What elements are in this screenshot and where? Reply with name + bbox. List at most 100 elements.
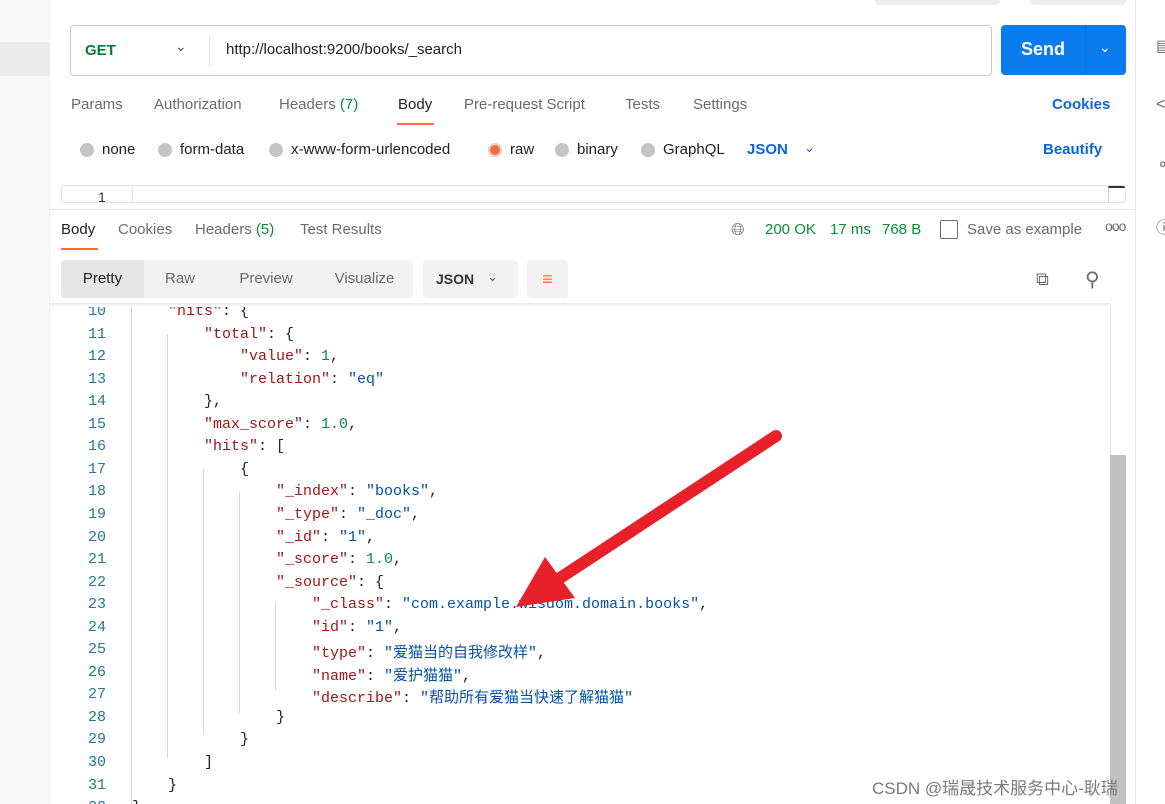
response-body-code[interactable]: 10 "hits": {11 "total": {12 "value": 1, 13 "r…	[50, 305, 1110, 804]
radio-label: binary	[577, 141, 618, 158]
json-key: "_class"	[312, 596, 385, 614]
send-button[interactable]: Send ⌄	[1001, 25, 1126, 75]
response-tab-test-results[interactable]: Test Results	[300, 221, 382, 238]
json-key: "_id"	[276, 528, 322, 546]
json-punctuation: : {	[222, 305, 250, 320]
json-punctuation: :	[402, 690, 421, 708]
radio-binary[interactable]: binary	[555, 141, 618, 158]
line-number: 12	[87, 348, 106, 366]
radio-button-icon[interactable]	[269, 142, 283, 157]
radio-x-www-form-urlencoded[interactable]: x-www-form-urlencoded	[269, 141, 450, 158]
radio-label: none	[102, 141, 136, 158]
info-icon[interactable]: ⓘ	[1156, 214, 1165, 238]
more-options-icon[interactable]: ooo	[1105, 218, 1126, 234]
code-line: },	[204, 393, 222, 410]
radio-raw[interactable]: raw	[488, 141, 534, 158]
code-line: "_source": {	[276, 574, 384, 591]
line-number: 1	[98, 189, 106, 203]
wrap-lines-icon[interactable]: ≡	[527, 260, 568, 298]
json-string: "_doc"	[357, 505, 412, 523]
code-line: }	[276, 709, 285, 726]
json-punctuation: :	[348, 483, 367, 501]
json-number: 1.0	[321, 415, 349, 433]
radio-none[interactable]: none	[80, 141, 135, 158]
code-line: "hits": [	[204, 438, 285, 455]
tab-label: Test Results	[300, 221, 382, 238]
tab-headers[interactable]: Headers (7)	[279, 96, 358, 113]
comments-icon[interactable]: ⚬	[1156, 155, 1165, 175]
chevron-down-icon: ⌄	[487, 269, 498, 284]
method-select[interactable]: GET	[85, 42, 116, 59]
chevron-down-icon[interactable]: ⌄	[804, 140, 815, 156]
json-key: "hits"	[204, 438, 259, 456]
tab-pre-request-script[interactable]: Pre-request Script	[464, 96, 585, 113]
json-punctuation: {	[240, 460, 250, 478]
tab-body[interactable]: Body	[398, 96, 432, 113]
response-size[interactable]: 768 B	[882, 221, 921, 238]
url-input[interactable]	[226, 41, 926, 58]
request-body-editor[interactable]: 1	[61, 185, 1126, 203]
documentation-icon[interactable]: ▤	[1156, 36, 1165, 56]
json-punctuation: }	[132, 799, 141, 804]
tab-label: Tests	[625, 96, 661, 113]
chevron-down-icon[interactable]: ⌄	[175, 38, 187, 55]
json-punctuation: ,	[429, 483, 439, 501]
json-key: "describe"	[312, 690, 403, 708]
cookies-link[interactable]: Cookies	[1052, 96, 1110, 113]
tab-authorization[interactable]: Authorization	[154, 96, 242, 113]
language-select[interactable]: JSON ⌄	[423, 260, 518, 298]
globe-icon[interactable]: 🌐︎	[731, 220, 745, 240]
json-punctuation: : {	[357, 573, 385, 591]
tab-count: (5)	[255, 221, 275, 238]
radio-button-icon[interactable]	[80, 142, 94, 157]
line-number: 24	[87, 618, 106, 636]
radio-button-icon[interactable]	[641, 142, 655, 157]
json-key: "max_score"	[204, 415, 304, 433]
resize-handle[interactable]	[1108, 186, 1125, 202]
sidebar-selected-item[interactable]	[0, 42, 50, 76]
tab-label: Headers	[279, 96, 336, 113]
radio-button-icon[interactable]	[488, 142, 502, 157]
json-punctuation: ,	[330, 348, 340, 366]
json-string: "com.example.wisdom.domain.books"	[402, 596, 700, 614]
tab-tests[interactable]: Tests	[625, 96, 660, 113]
top-toolbar-button[interactable]	[875, 0, 1000, 5]
radio-button-icon[interactable]	[555, 142, 569, 157]
scrollbar-thumb[interactable]	[1110, 455, 1126, 804]
response-tab-cookies[interactable]: Cookies	[118, 221, 172, 238]
code-icon[interactable]: </	[1156, 96, 1165, 114]
json-number: 1.0	[366, 551, 394, 569]
view-pretty[interactable]: Pretty	[61, 260, 144, 298]
pane-divider[interactable]	[50, 209, 1135, 210]
response-time[interactable]: 17 ms	[830, 221, 871, 238]
json-punctuation: :	[330, 370, 349, 388]
radio-button-icon[interactable]	[158, 142, 172, 157]
radio-label: GraphQL	[663, 141, 725, 158]
search-icon[interactable]: ⚲	[1085, 267, 1100, 292]
json-punctuation: ,	[699, 596, 709, 614]
tab-params[interactable]: Params	[71, 96, 123, 113]
save-as-example-button[interactable]: Save as example	[967, 221, 1082, 238]
status-code[interactable]: 200 OK	[765, 221, 816, 238]
line-number: 16	[87, 438, 106, 456]
tab-settings[interactable]: Settings	[693, 96, 747, 113]
view-visualize[interactable]: Visualize	[316, 260, 413, 298]
tab-label: Settings	[693, 96, 748, 113]
json-key: "_score"	[276, 551, 349, 569]
radio-GraphQL[interactable]: GraphQL	[641, 141, 725, 158]
response-tab-headers[interactable]: Headers (5)	[195, 221, 274, 238]
save-icon[interactable]	[940, 220, 958, 239]
view-preview[interactable]: Preview	[216, 260, 316, 298]
raw-format-select[interactable]: JSON	[747, 141, 788, 158]
response-tab-body[interactable]: Body	[61, 221, 95, 238]
json-key: "name"	[312, 667, 367, 685]
send-label: Send	[1021, 39, 1066, 59]
line-number: 26	[87, 663, 106, 681]
copy-icon[interactable]: ⧉	[1036, 269, 1049, 290]
code-line: "value": 1,	[240, 348, 339, 365]
view-raw[interactable]: Raw	[144, 260, 216, 298]
beautify-link[interactable]: Beautify	[1043, 141, 1102, 158]
chevron-down-icon[interactable]: ⌄	[1099, 39, 1111, 56]
radio-form-data[interactable]: form-data	[158, 141, 244, 158]
top-toolbar-button[interactable]	[1030, 0, 1126, 5]
